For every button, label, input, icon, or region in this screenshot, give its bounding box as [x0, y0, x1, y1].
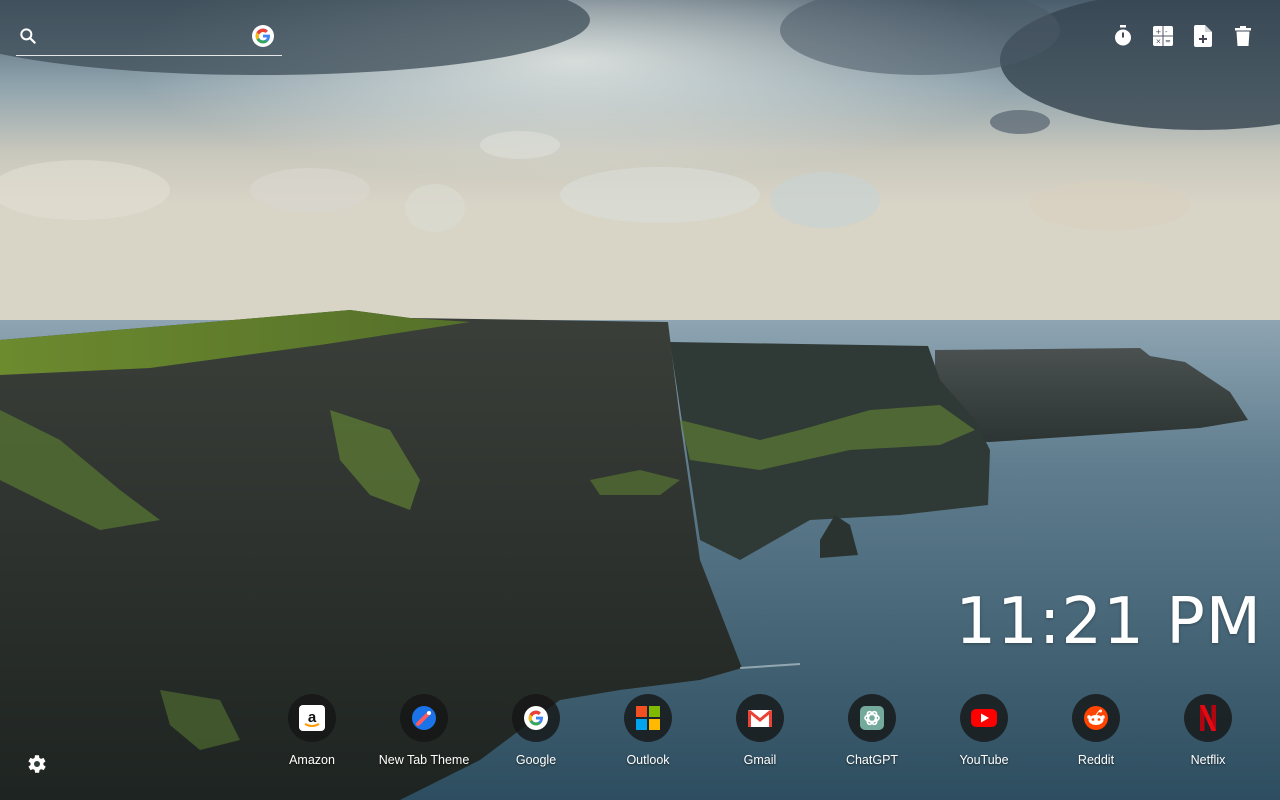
gear-icon[interactable]: [24, 752, 48, 776]
shortcut-reddit[interactable]: Reddit: [1040, 694, 1152, 770]
svg-text:a: a: [308, 709, 317, 726]
new-note-icon[interactable]: [1192, 24, 1214, 48]
search-bar[interactable]: [16, 22, 282, 56]
shortcut-label: YouTube: [959, 753, 1009, 767]
shortcut-chatgpt[interactable]: ChatGPT: [816, 694, 928, 770]
shortcut-gmail[interactable]: Gmail: [704, 694, 816, 770]
shortcut-label: ChatGPT: [845, 753, 899, 767]
amazon-icon: a: [288, 694, 336, 742]
shortcut-google[interactable]: Google: [480, 694, 592, 770]
shortcut-label: Netflix: [1190, 753, 1226, 767]
shortcut-amazon[interactable]: a Amazon: [256, 694, 368, 770]
reddit-icon: [1072, 694, 1120, 742]
svg-text:×: ×: [1156, 38, 1162, 46]
background-wallpaper: [0, 0, 1280, 800]
youtube-icon: [960, 694, 1008, 742]
shortcut-label: Amazon: [289, 753, 335, 767]
search-input[interactable]: [48, 24, 252, 52]
shortcut-label: Google: [515, 753, 557, 767]
netflix-icon: [1184, 694, 1232, 742]
outlook-icon: [624, 694, 672, 742]
search-icon[interactable]: [18, 26, 38, 46]
top-toolbar: + - × =: [1112, 24, 1254, 48]
clock-time: 11:21 PM: [955, 585, 1262, 659]
shortcut-youtube[interactable]: YouTube: [928, 694, 1040, 770]
shortcut-netflix[interactable]: Netflix: [1152, 694, 1264, 770]
shortcut-label: Reddit: [1077, 753, 1115, 767]
trash-icon[interactable]: [1232, 24, 1254, 48]
shortcut-outlook[interactable]: Outlook: [592, 694, 704, 770]
shortcut-label: Outlook: [626, 753, 670, 767]
shortcut-label: New Tab Theme: [378, 753, 470, 767]
chatgpt-icon: [848, 694, 896, 742]
calculator-icon[interactable]: + - × =: [1152, 24, 1174, 48]
shortcut-label: Gmail: [743, 753, 777, 767]
new-tab-theme-icon: [400, 694, 448, 742]
google-icon[interactable]: [252, 25, 274, 47]
shortcut-new-tab-theme[interactable]: New Tab Theme: [368, 694, 480, 770]
gmail-icon: [736, 694, 784, 742]
svg-text:=: =: [1165, 38, 1171, 46]
google-icon: [512, 694, 560, 742]
shortcut-dock: a Amazon New Tab Theme Google Outlook Gm…: [256, 694, 1264, 770]
timer-icon[interactable]: [1112, 24, 1134, 48]
svg-text:+: +: [1156, 28, 1162, 36]
